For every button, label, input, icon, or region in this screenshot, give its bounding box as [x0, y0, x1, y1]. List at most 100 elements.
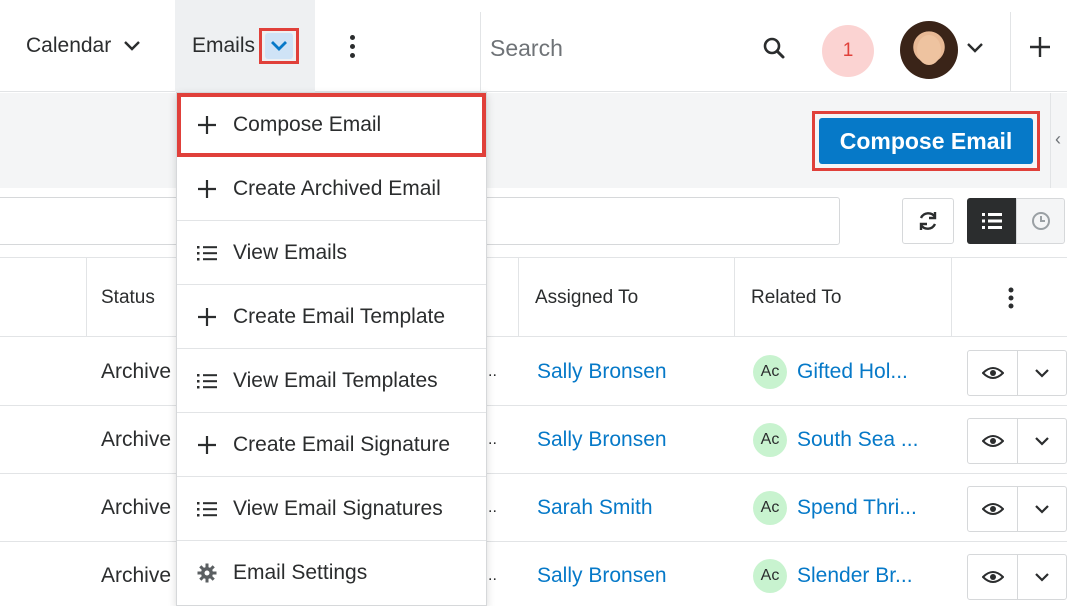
preview-button[interactable] [968, 419, 1018, 463]
preview-button[interactable] [968, 555, 1018, 599]
chevron-down-icon [1035, 505, 1049, 514]
plus-icon [195, 113, 219, 137]
menu-item-label: View Emails [233, 240, 347, 264]
row-actions-dropdown[interactable] [1018, 419, 1066, 463]
nav-calendar-label: Calendar [26, 34, 112, 57]
account-badge: Ac [753, 559, 787, 593]
assigned-user-link[interactable]: Sally Bronsen [537, 542, 667, 606]
quick-create-button[interactable] [1028, 34, 1052, 62]
more-vertical-icon [1008, 287, 1014, 309]
menu-item-label: Email Settings [233, 561, 368, 584]
menu-item-email-settings[interactable]: Email Settings [177, 541, 486, 605]
emails-dropdown-toggle[interactable] [259, 28, 300, 64]
list-icon [195, 369, 219, 393]
related-record-link[interactable]: South Sea ... [797, 428, 918, 452]
menu-item-create-email-signature[interactable]: Create Email Signature [177, 413, 486, 477]
search-icon[interactable] [762, 36, 786, 60]
menu-item-compose-email[interactable]: Compose Email [177, 93, 486, 157]
related-record-link[interactable]: Spend Thri... [797, 496, 917, 520]
related-record[interactable]: Ac Gifted Hol... [753, 338, 908, 406]
list-icon [981, 213, 1002, 229]
nav-divider [480, 12, 481, 92]
preview-button[interactable] [968, 487, 1018, 531]
related-record[interactable]: Ac Slender Br... [753, 542, 913, 606]
nav-tab-emails[interactable]: Emails [175, 0, 315, 92]
row-actions-dropdown[interactable] [1018, 555, 1066, 599]
plus-icon [1030, 37, 1050, 57]
related-record-link[interactable]: Slender Br... [797, 564, 913, 588]
chevron-down-icon [1035, 437, 1049, 446]
avatar [900, 21, 958, 79]
row-actions-dropdown[interactable] [1018, 487, 1066, 531]
nav-more-button[interactable] [315, 0, 480, 92]
compose-email-button[interactable]: Compose Email [819, 118, 1033, 164]
row-actions [967, 418, 1067, 464]
list-icon [195, 497, 219, 521]
column-header-status[interactable]: Status [101, 258, 155, 338]
column-menu-button[interactable] [1008, 258, 1014, 338]
chevron-down-icon [265, 33, 294, 59]
table-row[interactable]: Archive .. Sally Bronsen Ac Gifted Hol..… [0, 338, 1067, 406]
list-icon [195, 241, 219, 265]
table-row[interactable]: Archive .. Sally Bronsen Ac South Sea ..… [0, 406, 1067, 474]
gear-icon [195, 561, 219, 585]
column-divider [86, 257, 87, 337]
plus-icon [195, 433, 219, 457]
row-actions [967, 554, 1067, 600]
clock-icon [1031, 212, 1050, 230]
column-divider [518, 257, 519, 337]
menu-item-label: Compose Email [233, 112, 382, 136]
timeline-view-button[interactable] [1016, 198, 1065, 244]
status-cell: Archive [101, 564, 172, 587]
notification-badge[interactable]: 1 [822, 25, 874, 77]
status-cell: Archive [101, 496, 172, 519]
nav-tab-calendar[interactable]: Calendar [0, 0, 175, 92]
related-record[interactable]: Ac South Sea ... [753, 406, 918, 474]
eye-icon [981, 367, 1004, 379]
column-header-related-to[interactable]: Related To [751, 258, 842, 338]
row-actions-dropdown[interactable] [1018, 351, 1066, 395]
status-cell: Archive [101, 428, 172, 451]
more-vertical-icon [350, 33, 355, 60]
menu-item-create-email-template[interactable]: Create Email Template [177, 285, 486, 349]
table-row[interactable]: Archive .. Sarah Smith Ac Spend Thri... [0, 474, 1067, 542]
related-record-link[interactable]: Gifted Hol... [797, 360, 908, 384]
menu-item-view-emails[interactable]: View Emails [177, 221, 486, 285]
assigned-user-link[interactable]: Sarah Smith [537, 474, 653, 542]
refresh-button[interactable] [902, 198, 954, 244]
status-cell: Archive [101, 360, 172, 383]
plus-icon [195, 177, 219, 201]
chevron-down-icon[interactable] [123, 34, 141, 58]
assigned-user-link[interactable]: Sally Bronsen [537, 338, 667, 406]
account-badge: Ac [753, 491, 787, 525]
plus-icon [195, 305, 219, 329]
column-header-assigned-to[interactable]: Assigned To [535, 258, 638, 338]
menu-item-label: Create Email Signature [233, 432, 451, 456]
compose-email-highlight: Compose Email [812, 111, 1040, 171]
chevron-down-icon [966, 41, 984, 59]
nav-emails-label: Emails [192, 34, 256, 57]
assigned-user-link[interactable]: Sally Bronsen [537, 406, 667, 474]
column-divider [951, 257, 952, 337]
menu-item-view-email-templates[interactable]: View Email Templates [177, 349, 486, 413]
truncated-cell: .. [488, 431, 497, 448]
row-actions [967, 486, 1067, 532]
nav-divider [1010, 12, 1011, 92]
eye-icon [981, 503, 1004, 515]
search-input[interactable] [490, 28, 740, 68]
menu-item-create-archived-email[interactable]: Create Archived Email [177, 157, 486, 221]
preview-button[interactable] [968, 351, 1018, 395]
menu-item-label: Create Archived Email [233, 176, 441, 200]
refresh-icon [919, 212, 937, 230]
list-view-button[interactable] [967, 198, 1016, 244]
table-header: Status Assigned To Related To [0, 257, 1067, 337]
user-menu[interactable] [900, 20, 990, 80]
emails-dropdown-menu: Compose Email Create Archived Email View… [176, 92, 487, 606]
truncated-cell: .. [488, 567, 497, 584]
chevron-down-icon [1035, 369, 1049, 378]
sidebar-toggle[interactable]: ‹ [1050, 93, 1067, 188]
column-divider [734, 257, 735, 337]
table-row[interactable]: Archive .. Sally Bronsen Ac Slender Br..… [0, 542, 1067, 606]
related-record[interactable]: Ac Spend Thri... [753, 474, 917, 542]
menu-item-view-email-signatures[interactable]: View Email Signatures [177, 477, 486, 541]
